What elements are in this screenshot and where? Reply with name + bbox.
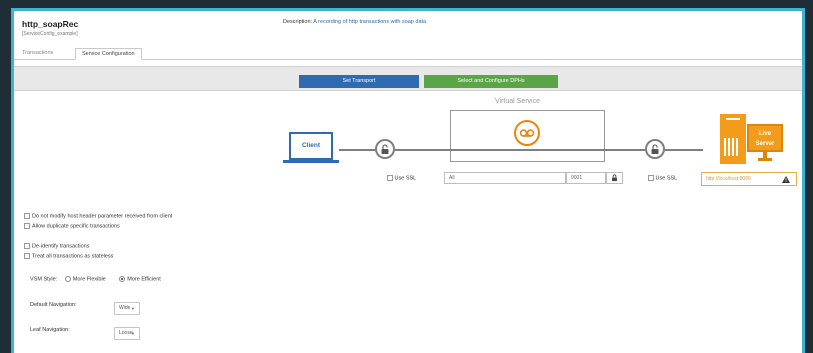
use-ssl-right-checkbox[interactable]	[648, 175, 654, 181]
use-ssl-left[interactable]: Use SSL	[387, 175, 416, 181]
configure-dphs-button[interactable]: Select and Configure DPHs	[424, 75, 558, 88]
description-text: A recording of http transactions with so…	[313, 19, 427, 25]
allow-duplicate-checkbox[interactable]	[24, 223, 30, 229]
default-navigation-value: Wide	[119, 305, 131, 311]
tab-bar: Transactions Service Configuration	[14, 48, 802, 60]
listen-port-input[interactable]: 9001	[566, 172, 606, 184]
port-lock-button[interactable]	[606, 172, 623, 184]
chevron-down-icon: ▼	[131, 306, 135, 311]
vsm-efficient-label: More Efficient	[127, 276, 161, 283]
warning-icon	[782, 176, 790, 183]
use-ssl-left-label: Use SSL	[394, 175, 417, 182]
vsm-style-row: VSM Style: More Flexible More Efficient	[30, 276, 161, 282]
tab-transactions[interactable]: Transactions	[16, 48, 59, 60]
service-description: Description: A recording of http transac…	[283, 19, 426, 25]
vsm-flexible-label: More Flexible	[72, 276, 106, 283]
stateless-option[interactable]: Treat all transactions as stateless	[24, 253, 113, 259]
deidentify-label: De-identify transactions	[32, 243, 90, 250]
allow-duplicate-label: Allow duplicate specific transactions	[32, 223, 120, 230]
service-title: http_soapRec	[22, 19, 79, 29]
right-lock-icon[interactable]	[645, 139, 665, 159]
leaf-navigation-label: Leaf Navigation:	[30, 327, 70, 333]
live-server-url-input[interactable]: http://localhost:8080	[701, 172, 797, 186]
deidentify-option[interactable]: De-identify transactions	[24, 243, 89, 249]
no-modify-host-checkbox[interactable]	[24, 213, 30, 219]
deidentify-checkbox[interactable]	[24, 243, 30, 249]
monitor-stand-icon	[758, 152, 772, 161]
description-label: Description:	[283, 19, 313, 25]
allow-duplicate-option[interactable]: Allow duplicate specific transactions	[24, 223, 120, 229]
no-modify-host-label: Do not modify host header parameter rece…	[32, 213, 173, 220]
vsm-flexible-radio[interactable]	[64, 276, 71, 282]
tab-service-configuration[interactable]: Service Configuration	[75, 48, 142, 60]
recording-icon	[514, 120, 540, 146]
no-modify-host-option[interactable]: Do not modify host header parameter rece…	[24, 213, 172, 219]
stateless-checkbox[interactable]	[24, 253, 30, 259]
chevron-down-icon: ▼	[131, 331, 135, 336]
client-icon: Client	[289, 132, 333, 160]
set-transport-button[interactable]: Set Transport	[299, 75, 419, 88]
stateless-label: Treat all transactions as stateless	[32, 253, 114, 260]
live-server-label-line2: Server	[755, 141, 775, 147]
client-label: Client	[301, 142, 321, 149]
left-lock-icon[interactable]	[375, 139, 395, 159]
main-panel: http_soapRec [ServiceConfig_example] Des…	[14, 11, 802, 353]
leaf-navigation-select[interactable]: Loose ▼	[114, 327, 140, 340]
live-server-icon	[720, 114, 746, 164]
live-server-label-line1: Live	[758, 131, 771, 137]
listen-host-input[interactable]: All	[444, 172, 566, 184]
default-navigation-select[interactable]: Wide ▼	[114, 302, 140, 315]
use-ssl-left-checkbox[interactable]	[387, 175, 393, 181]
default-navigation-label: Default Navigation:	[30, 302, 77, 308]
use-ssl-right-label: Use SSL	[655, 175, 678, 182]
live-server-monitor: Live Server	[747, 124, 783, 152]
vsm-efficient-radio[interactable]	[119, 276, 126, 282]
vsm-style-label: VSM Style:	[30, 276, 58, 283]
client-laptop-base	[283, 160, 339, 163]
service-subtitle: [ServiceConfig_example]	[22, 31, 78, 37]
live-server-url-placeholder: http://localhost:8080	[706, 176, 751, 182]
virtual-service-label: Virtual Service	[495, 98, 541, 105]
use-ssl-right[interactable]: Use SSL	[648, 175, 677, 181]
app-frame: http_soapRec [ServiceConfig_example] Des…	[11, 8, 805, 353]
lock-icon	[612, 174, 617, 182]
